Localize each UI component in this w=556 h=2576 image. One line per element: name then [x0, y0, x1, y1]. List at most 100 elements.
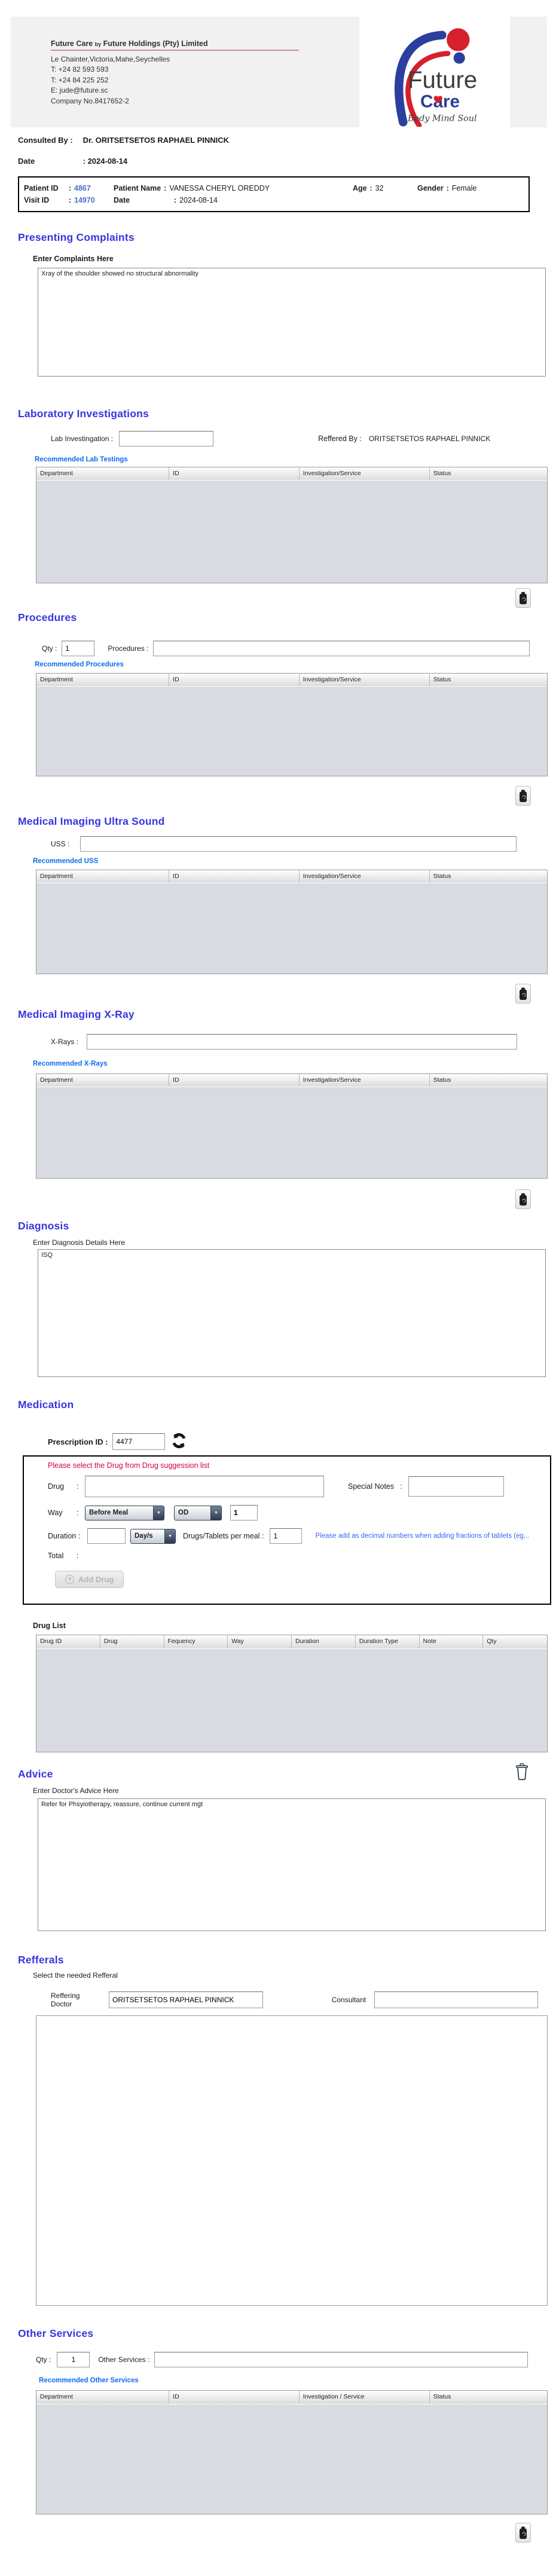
- drug-table-body[interactable]: [36, 1648, 547, 1752]
- xray-table-body[interactable]: [36, 1087, 547, 1178]
- column-header-status: Status: [433, 470, 451, 477]
- duration-input[interactable]: [87, 1528, 126, 1544]
- duration-label: Duration :: [48, 1532, 81, 1540]
- delete-other-service-button[interactable]: [515, 2523, 531, 2543]
- gender-value: Female: [451, 184, 477, 192]
- colon: :: [369, 184, 372, 192]
- patient-row-1: Patient ID : 4867 Patient Name : VANESSA…: [24, 184, 523, 192]
- other-services-label: Other Services :: [98, 2355, 150, 2364]
- uss-input[interactable]: [80, 836, 517, 852]
- company-name-main: Future Care: [51, 39, 93, 48]
- refferal-select-label: Select the needed Refferal: [33, 1971, 118, 1980]
- section-title-advice: Advice: [18, 1768, 53, 1780]
- add-drug-button[interactable]: + Add Drug: [55, 1571, 124, 1588]
- prescription-id-row: Prescription ID :: [48, 1433, 538, 1451]
- trash-icon: [520, 2526, 527, 2539]
- drug-suggestion-warning: Please select the Drug from Drug suggess…: [48, 1461, 210, 1470]
- xray-input[interactable]: [87, 1034, 518, 1050]
- drug-table-header: Drug ID Drug Fequency Way Duration Durat…: [36, 1635, 547, 1648]
- section-title-xray: Medical Imaging X-Ray: [18, 1008, 135, 1020]
- column-header-department: Department: [36, 467, 170, 480]
- lab-table-body[interactable]: [36, 480, 547, 583]
- trash-icon: [520, 987, 527, 1000]
- drug-input[interactable]: [85, 1476, 324, 1497]
- colon: :: [68, 196, 72, 204]
- future-care-logo-icon: Future Care Body Mind Soul: [395, 27, 477, 127]
- section-title-other-services: Other Services: [18, 2327, 94, 2339]
- complaints-label: Enter Complaints Here: [33, 255, 114, 263]
- column-header-duration-type: Duration Type: [356, 1635, 420, 1648]
- diagnosis-textarea[interactable]: ISQ: [38, 1249, 546, 1377]
- delete-xray-button[interactable]: [515, 1189, 531, 1209]
- visit-id-value: 14970: [74, 196, 95, 204]
- column-header-id: ID: [169, 870, 300, 883]
- recommended-other-services-link: Recommended Other Services: [39, 2377, 139, 2384]
- procedures-qty-input[interactable]: [62, 641, 95, 656]
- procedures-input[interactable]: [153, 641, 530, 656]
- lab-investigation-row: Lab Investingation : Reffered By : ORITS…: [51, 431, 538, 446]
- special-notes-input[interactable]: [408, 1476, 505, 1497]
- way-select[interactable]: Before Meal ▼: [85, 1505, 164, 1520]
- future-care-logo: Future Care Body Mind Soul: [359, 17, 510, 127]
- consult-date-row: Date : 2024-08-14: [18, 157, 556, 166]
- company-address: Le Chainter,Victoria,Mahe,Seychelles: [51, 55, 170, 63]
- column-header-department: Department: [36, 1074, 170, 1087]
- advice-textarea[interactable]: Refer for Phsyiotherapy, reassure, conti…: [38, 1798, 546, 1931]
- procedures-table-body[interactable]: [36, 686, 547, 776]
- consulted-by-label: Consulted By :: [18, 136, 73, 145]
- uss-table-body[interactable]: [36, 883, 547, 974]
- uss-label: USS :: [51, 840, 70, 848]
- reffering-doctor-label: Reffering Doctor: [51, 1991, 80, 2008]
- way-qty-input[interactable]: [230, 1505, 258, 1520]
- duration-unit-select[interactable]: Day/s ▼: [130, 1528, 176, 1544]
- duration-unit-value: Day/s: [135, 1532, 153, 1540]
- company-phone-2: T: +24 84 225 252: [51, 75, 109, 84]
- column-header-investigation: Investigation / Service: [300, 2391, 430, 2404]
- referral-list-box[interactable]: [36, 2015, 548, 2306]
- prescription-id-label: Prescription ID :: [48, 1437, 108, 1446]
- column-header-drug-id: Drug ID: [36, 1635, 100, 1648]
- prescription-id-input[interactable]: [112, 1433, 166, 1450]
- company-details: Future Care by Future Holdings (Pty) Lim…: [51, 39, 308, 106]
- section-title-presenting-complaints: Presenting Complaints: [18, 231, 135, 243]
- column-header-id: ID: [169, 674, 300, 686]
- colon: :: [77, 1509, 79, 1517]
- other-services-table-body[interactable]: [36, 2404, 547, 2514]
- other-services-qty-input[interactable]: [57, 2352, 90, 2367]
- visit-date-value: 2024-08-14: [179, 196, 218, 204]
- patient-id-label: Patient ID: [24, 184, 59, 192]
- company-name-rest: Future Holdings (Pty) Limited: [103, 39, 208, 48]
- delete-procedure-button[interactable]: [515, 786, 531, 806]
- delete-lab-testing-button[interactable]: [515, 588, 531, 608]
- other-services-input[interactable]: [154, 2352, 528, 2367]
- company-phone-1: T: +24 82 593 593: [51, 65, 109, 74]
- per-meal-input[interactable]: [270, 1528, 303, 1544]
- xray-input-row: X-Rays :: [51, 1034, 538, 1050]
- consultant-input[interactable]: [374, 1991, 538, 2008]
- section-title-procedures: Procedures: [18, 611, 77, 623]
- advice-label: Enter Doctor's Advice Here: [33, 1786, 119, 1795]
- column-header-investigation: Investigation/Service: [300, 870, 430, 883]
- consultant-label: Consultant: [331, 1996, 366, 2004]
- total-row: Total :: [48, 1552, 550, 1560]
- xray-label: X-Rays :: [51, 1038, 79, 1046]
- company-header: Future Care by Future Holdings (Pty) Lim…: [11, 17, 547, 127]
- refresh-prescription-button[interactable]: [171, 1433, 187, 1451]
- reffered-by-value: ORITSETSETOS RAPHAEL PINNICK: [368, 435, 491, 443]
- column-header-department: Department: [36, 674, 170, 686]
- colon: :: [77, 1552, 79, 1560]
- visit-id-label: Visit ID: [24, 196, 50, 204]
- delete-uss-button[interactable]: [515, 984, 531, 1004]
- reffering-doctor-input[interactable]: [109, 1991, 263, 2008]
- lab-investigation-input[interactable]: [119, 431, 214, 446]
- colon: :: [68, 184, 72, 192]
- other-services-qty-label: Qty :: [36, 2355, 51, 2364]
- frequency-select[interactable]: OD ▼: [174, 1505, 222, 1520]
- way-select-value: Before Meal: [89, 1509, 129, 1516]
- column-header-id: ID: [169, 467, 300, 480]
- age-label: Age: [353, 184, 367, 192]
- complaints-textarea[interactable]: Xray of the shoulder showed no structura…: [38, 268, 546, 377]
- section-title-ultrasound: Medical Imaging Ultra Sound: [18, 815, 165, 827]
- delete-drug-button[interactable]: [513, 1761, 531, 1782]
- trash-icon: [520, 592, 527, 604]
